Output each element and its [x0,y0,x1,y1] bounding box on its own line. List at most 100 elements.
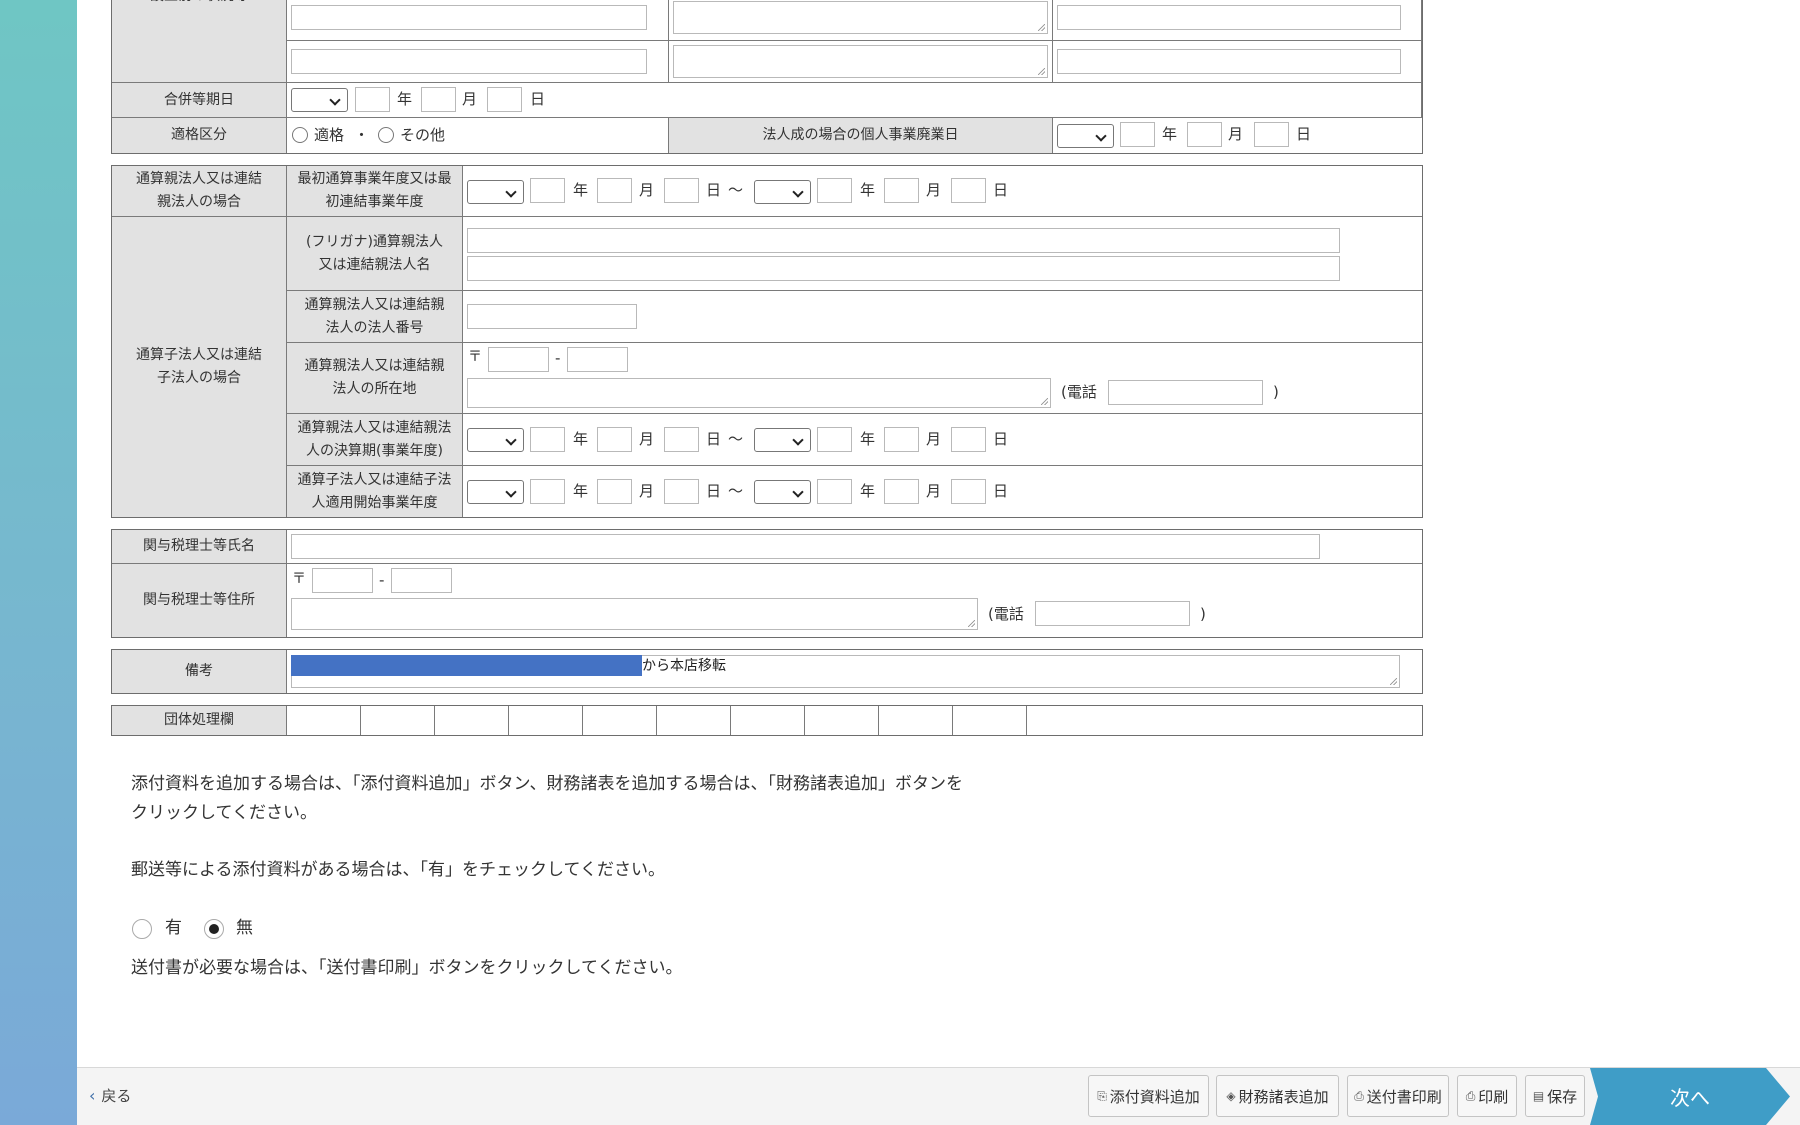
oya-postal-code-2[interactable] [567,347,628,372]
attach-document-label: 添付資料追加 [1109,1087,1200,1106]
ko-tekiyo-label: 通算子法人又は連結子法人適用開始事業年度 [297,471,452,511]
zeirishi-address-label-cell: 関与税理士等住所 [112,564,287,637]
tekiyo-start-day-input[interactable] [664,479,699,504]
back-button[interactable]: ‹ 戻る [89,1085,131,1106]
oya-phone-input[interactable] [1108,380,1263,405]
tekiyo-end-month-input[interactable] [884,479,919,504]
attach-document-button[interactable]: ⎘ 添付資料追加 [1088,1075,1209,1117]
next-label: 次へ [1670,1086,1710,1110]
gappei-era-select[interactable] [291,88,348,112]
print-button[interactable]: ⎙ 印刷 [1457,1075,1517,1117]
save-button[interactable]: ▤ 保存 [1525,1075,1585,1117]
oya-number-cell [463,291,1422,343]
oya-number-label: 通算親法人又は連結親法人の法人番号 [304,296,445,336]
setsuritsu-name-input-1[interactable] [291,5,647,30]
kojin-haigyo-label: 法人成の場合の個人事業廃業日 [762,127,959,143]
phone-open-label: (電話 [1061,383,1097,401]
zeirishi-name-cell [287,530,1422,564]
kessan-start-year-input[interactable] [530,427,565,452]
day-unit: 日 [706,430,722,448]
saisho-end-month-input[interactable] [884,178,919,203]
saisho-start-day-input[interactable] [664,178,699,203]
tekiyo-end-year-input[interactable] [817,479,852,504]
oya-kessan-range-cell: 年 月 日 〜 年 月 日 [463,414,1422,466]
year-unit: 年 [573,482,589,500]
oya-postal-code-1[interactable] [488,347,549,372]
postal-mark: 〒 [292,571,306,587]
biko-label: 備考 [185,663,213,679]
gappei-year-input[interactable] [355,87,390,112]
haigyo-day-input[interactable] [1254,122,1289,147]
setsuritsu-extra-input-2[interactable] [1057,49,1401,74]
setsuritsu-address-textarea-1[interactable] [673,1,1048,34]
kessan-end-month-input[interactable] [884,427,919,452]
tekikaku-option-other-label: その他 [400,126,446,144]
zeirishi-address-textarea[interactable] [291,598,978,630]
haigyo-month-input[interactable] [1187,122,1222,147]
dantai-cell-3 [435,706,509,735]
kessan-end-era-select[interactable] [754,428,811,452]
day-unit: 日 [1296,125,1312,143]
tekikaku-options-cell: 適格 ・ その他 [287,118,669,153]
kessan-start-era-select[interactable] [467,428,524,452]
cover-print-button[interactable]: ⎙ 送付書印刷 [1347,1075,1449,1117]
zeirishi-postal-code-1[interactable] [312,568,373,593]
biko-textarea[interactable]: から本店移転 [291,655,1400,688]
kessan-start-month-input[interactable] [597,427,632,452]
zeirishi-name-input[interactable] [291,534,1320,559]
saisho-end-year-input[interactable] [817,178,852,203]
setsuritsu-address-cell-1 [669,0,1053,41]
oya-address-textarea[interactable] [467,378,1051,408]
phone-open-label: (電話 [988,605,1024,623]
saisho-end-day-input[interactable] [951,178,986,203]
tekiyo-start-month-input[interactable] [597,479,632,504]
form-block-consolidation: 通算親法人又は連結親法人の場合 最初通算事業年度又は最初連結事業年度 年 月 日… [111,165,1423,518]
form-block-dantai: 団体処理欄 [111,705,1423,736]
tekikaku-label: 適格区分 [171,127,227,143]
oya-name-kana-input[interactable] [467,228,1340,253]
setsuritsu-name-cell-2 [287,41,669,83]
setsuritsu-extra-input-1[interactable] [1057,5,1401,30]
kessan-end-year-input[interactable] [817,427,852,452]
setsuritsu-address-textarea-2[interactable] [673,45,1048,78]
kojin-haigyo-label-cell: 法人成の場合の個人事業廃業日 [669,118,1053,153]
setsuritsu-name-input-2[interactable] [291,49,647,74]
kessan-end-day-input[interactable] [951,427,986,452]
mail-radio-no[interactable] [204,919,224,939]
oya-number-input[interactable] [467,304,637,329]
year-unit: 年 [860,181,876,199]
next-button[interactable]: 次へ [1590,1068,1790,1125]
tekiyo-end-day-input[interactable] [951,479,986,504]
form-block-tax-accountant: 関与税理士等氏名 関与税理士等住所 〒 - (電話 ) [111,529,1423,638]
mail-radio-yes[interactable] [132,919,152,939]
gappei-day-input[interactable] [487,87,522,112]
month-unit: 月 [639,430,655,448]
cover-print-label: 送付書印刷 [1366,1087,1442,1106]
zeirishi-name-label-cell: 関与税理士等氏名 [112,530,287,564]
kessan-start-day-input[interactable] [664,427,699,452]
saisho-start-month-input[interactable] [597,178,632,203]
month-unit: 月 [639,482,655,500]
zeirishi-phone-input[interactable] [1035,601,1190,626]
tsusan-oya-label-cell: 通算親法人又は連結親法人の場合 [112,166,287,217]
oya-address-label: 通算親法人又は連結親法人の所在地 [304,358,445,397]
tekiyo-end-era-select[interactable] [754,480,811,504]
ko-tekiyo-label-cell: 通算子法人又は連結子法人適用開始事業年度 [287,466,463,517]
gappei-month-input[interactable] [421,87,456,112]
tekiyo-start-year-input[interactable] [530,479,565,504]
oya-name-input[interactable] [467,256,1340,281]
tekikaku-radio-yes[interactable] [292,127,308,143]
financial-statements-button[interactable]: ◈ 財務諸表追加 [1216,1075,1339,1117]
saisho-end-era-select[interactable] [754,180,811,204]
haigyo-era-select[interactable] [1057,124,1114,148]
tekiyo-start-era-select[interactable] [467,480,524,504]
tekikaku-radio-other[interactable] [378,127,394,143]
zeirishi-postal-code-2[interactable] [391,568,452,593]
saisho-nendo-label: 最初通算事業年度又は最初連結事業年度 [297,171,452,210]
oya-name-label-cell: (フリガナ)通算親法人又は連結親法人名 [287,217,463,291]
instruction-attach-line2: クリックしてください。 [131,803,317,823]
saisho-start-year-input[interactable] [530,178,565,203]
haigyo-year-input[interactable] [1120,122,1155,147]
saisho-start-era-select[interactable] [467,180,524,204]
day-unit: 日 [706,181,722,199]
